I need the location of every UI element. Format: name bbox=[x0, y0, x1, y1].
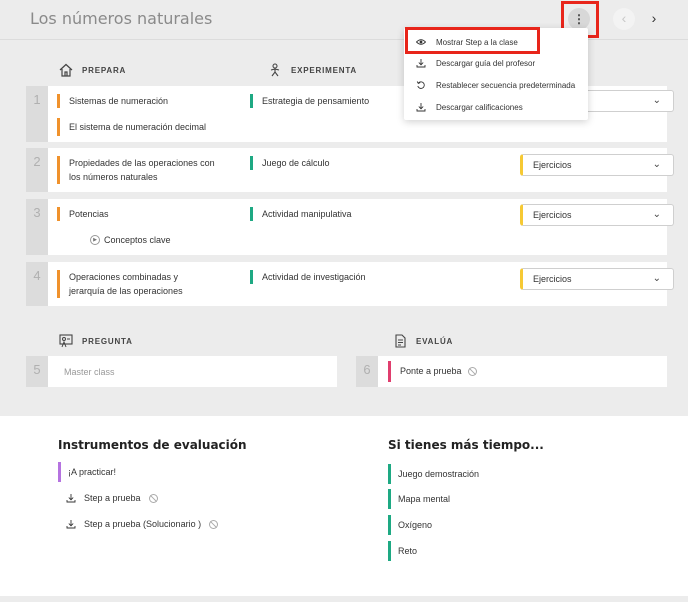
prepara-item[interactable]: Potencias bbox=[57, 207, 109, 221]
section-prepara-label: PREPARA bbox=[82, 65, 127, 75]
section-evalua-label: EVALÚA bbox=[416, 336, 454, 346]
experiment-person-icon bbox=[270, 63, 280, 77]
menu-item-label: Descargar guía del profesor bbox=[436, 58, 536, 68]
prepara-item[interactable]: Sistemas de numeración bbox=[57, 94, 227, 108]
home-icon bbox=[59, 63, 73, 77]
section-experimenta: EXPERIMENTA bbox=[267, 62, 357, 78]
concept-label: Conceptos clave bbox=[104, 235, 171, 245]
resources-panel: Instrumentos de evaluación ¡A practicar!… bbox=[0, 416, 688, 596]
chevron-down-icon: ⌄ bbox=[652, 209, 661, 220]
sequence-row-3: 3 Potencias ▶ Conceptos clave Actividad … bbox=[26, 199, 674, 255]
row-number: 3 bbox=[26, 199, 48, 255]
experimenta-item[interactable]: Juego de cálculo bbox=[250, 156, 330, 170]
row-card[interactable]: Master class bbox=[48, 356, 337, 387]
next-button[interactable]: › bbox=[643, 8, 665, 30]
section-pregunta-label: PREGUNTA bbox=[82, 336, 133, 346]
download-icon bbox=[416, 59, 426, 68]
tiempo-item-oxigeno[interactable]: Oxígeno bbox=[388, 515, 432, 535]
sequence-row-6: 6 Ponte a prueba bbox=[356, 356, 667, 387]
section-prepara: PREPARA bbox=[58, 62, 126, 78]
play-circle-icon: ▶ bbox=[90, 235, 100, 245]
menu-item-label: Descargar calificaciones bbox=[436, 102, 523, 112]
sequence-row-2: 2 Propiedades de las operaciones con los… bbox=[26, 148, 674, 192]
unavailable-icon bbox=[209, 519, 219, 529]
tiempo-title: Si tienes más tiempo... bbox=[388, 438, 544, 452]
previous-button[interactable]: ‹ bbox=[613, 8, 635, 30]
master-class-placeholder[interactable]: Master class bbox=[56, 365, 115, 379]
download-icon bbox=[416, 103, 426, 112]
unavailable-icon bbox=[467, 367, 477, 376]
tiempo-item-reto[interactable]: Reto bbox=[388, 541, 417, 561]
reset-icon bbox=[416, 81, 425, 89]
activity-select[interactable]: Ejercicios ⌄ bbox=[520, 154, 674, 176]
chevron-down-icon: ⌄ bbox=[652, 95, 661, 106]
download-icon bbox=[66, 520, 76, 529]
menu-item-label: Restablecer secuencia predeterminada bbox=[436, 80, 576, 90]
highlight-box-menu-item bbox=[405, 27, 540, 54]
step-a-prueba-solucionario-label: Step a prueba (Solucionario ) bbox=[84, 519, 202, 529]
menu-item-descargar-calificaciones[interactable]: Descargar calificaciones bbox=[404, 97, 588, 117]
section-experimenta-label: EXPERIMENTA bbox=[291, 65, 357, 75]
ponte-a-prueba-label: Ponte a prueba bbox=[400, 366, 462, 376]
activity-select[interactable]: Ejercicios ⌄ bbox=[520, 204, 674, 226]
prepara-item[interactable]: Operaciones combinadas y jerarquía de la… bbox=[57, 270, 207, 298]
instrumentos-title: Instrumentos de evaluación bbox=[58, 438, 247, 452]
tiempo-item-juego[interactable]: Juego demostración bbox=[388, 464, 479, 484]
menu-item-descargar-guia[interactable]: Descargar guía del profesor bbox=[404, 53, 588, 73]
chevron-down-icon: ⌄ bbox=[652, 273, 661, 284]
row-card: Propiedades de las operaciones con los n… bbox=[48, 148, 674, 192]
presentation-icon bbox=[59, 334, 73, 348]
row-card: Operaciones combinadas y jerarquía de la… bbox=[48, 262, 674, 306]
sequence-row-5: 5 Master class bbox=[26, 356, 337, 387]
footer-strip bbox=[0, 596, 688, 602]
activity-select[interactable]: Ejercicios ⌄ bbox=[520, 268, 674, 290]
unavailable-icon bbox=[148, 493, 158, 503]
prepara-item[interactable]: Propiedades de las operaciones con los n… bbox=[57, 156, 217, 184]
experimenta-item[interactable]: Actividad manipulativa bbox=[250, 207, 352, 221]
chevron-down-icon: ⌄ bbox=[652, 159, 661, 170]
section-evalua: EVALÚA bbox=[392, 333, 453, 349]
prepara-extra-item[interactable]: El sistema de numeración decimal bbox=[57, 118, 206, 136]
menu-item-restablecer[interactable]: Restablecer secuencia predeterminada bbox=[404, 75, 588, 95]
row-number: 4 bbox=[26, 262, 48, 306]
tiempo-item-mapa[interactable]: Mapa mental bbox=[388, 489, 450, 509]
section-pregunta: PREGUNTA bbox=[58, 333, 133, 349]
practicar-item[interactable]: ¡A practicar! bbox=[58, 462, 116, 482]
concept-link[interactable]: ▶ Conceptos clave bbox=[90, 235, 171, 245]
select-value: Ejercicios bbox=[533, 274, 572, 284]
row-card: Potencias ▶ Conceptos clave Actividad ma… bbox=[48, 199, 674, 255]
row-number: 5 bbox=[26, 356, 48, 387]
sequence-row-4: 4 Operaciones combinadas y jerarquía de … bbox=[26, 262, 674, 306]
row-number: 2 bbox=[26, 148, 48, 192]
experimenta-item[interactable]: Actividad de investigación bbox=[250, 270, 366, 284]
select-value: Ejercicios bbox=[533, 160, 572, 170]
page-title: Los números naturales bbox=[30, 9, 213, 28]
row-number: 1 bbox=[26, 86, 48, 142]
select-value: Ejercicios bbox=[533, 210, 572, 220]
step-a-prueba-link[interactable]: Step a prueba bbox=[66, 493, 158, 503]
step-a-prueba-solucionario-link[interactable]: Step a prueba (Solucionario ) bbox=[66, 519, 219, 529]
row-number: 6 bbox=[356, 356, 378, 387]
row-card: Ponte a prueba bbox=[378, 356, 667, 387]
download-icon bbox=[66, 494, 76, 503]
document-icon bbox=[395, 334, 406, 348]
ponte-a-prueba-item[interactable]: Ponte a prueba bbox=[388, 361, 477, 382]
step-a-prueba-label: Step a prueba bbox=[84, 493, 141, 503]
experimenta-item[interactable]: Estrategia de pensamiento bbox=[250, 94, 369, 108]
